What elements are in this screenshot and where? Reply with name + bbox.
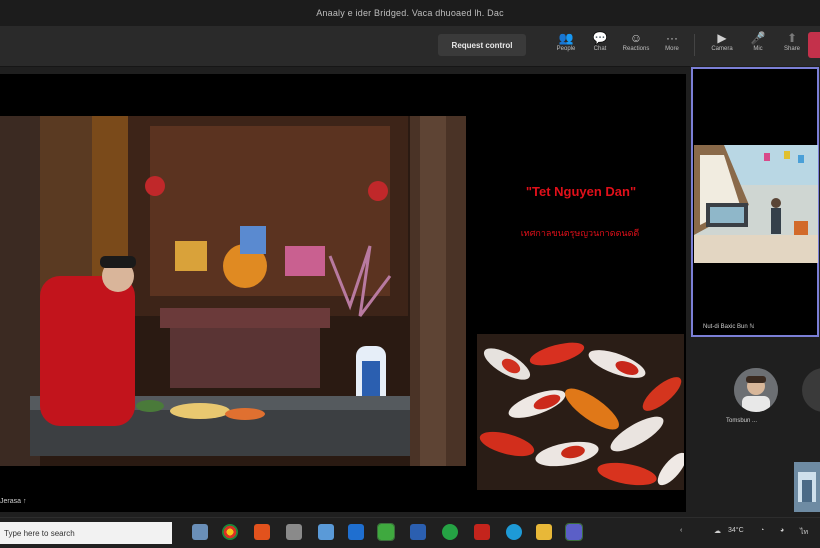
avatar-partial[interactable] (802, 368, 820, 412)
reactions-label: Reactions (622, 46, 650, 52)
mic-button[interactable]: 🎤 Mic (740, 30, 776, 62)
tray-chevron-icon[interactable]: ‹ (680, 527, 682, 534)
presenter-label: Jerasa ↑ (0, 498, 27, 505)
chat-icon: 💬 (592, 31, 608, 45)
office-icon[interactable] (254, 524, 270, 540)
taskbar-search-box[interactable]: Type here to search (0, 522, 172, 544)
pinned-app-icon[interactable] (318, 524, 334, 540)
camera-button[interactable]: ▶ Camera (704, 30, 740, 62)
windows-icon[interactable] (348, 524, 364, 540)
participant-video-illustration (694, 145, 818, 263)
edge-icon[interactable] (506, 524, 522, 540)
weather-icon[interactable]: ☁ (714, 527, 721, 535)
participant-panel: Nut-di Baxic Bun ℕ Tomsbun ... (690, 66, 820, 512)
search-placeholder: Type here to search (4, 528, 75, 538)
share-icon: ⬆ (786, 31, 798, 45)
reactions-button[interactable]: ☺ Reactions (618, 30, 654, 62)
slide-photo-koi (477, 334, 684, 490)
word-icon[interactable] (410, 524, 426, 540)
tray-network-icon[interactable]: ◔ (760, 527, 764, 534)
window-title: Anaaly e ider Bridged. Vaca dhuoaed lh. … (316, 8, 504, 18)
more-button[interactable]: ··· More (654, 30, 690, 62)
tray-language-icon[interactable]: ไท (800, 527, 808, 538)
self-view-thumbnail[interactable] (794, 462, 820, 512)
more-label: More (665, 46, 679, 52)
camera-icon: ▶ (717, 31, 727, 45)
request-control-button[interactable]: Request control (438, 34, 526, 56)
hang-up-button[interactable] (808, 32, 820, 58)
camera-label: Camera (711, 46, 733, 52)
slide-subtitle: เทศกาลขนตรุษญวนกาดดนดดี (520, 228, 640, 238)
koi-photo-illustration (477, 334, 684, 490)
teams-icon[interactable] (565, 523, 583, 541)
more-icon: ··· (666, 31, 678, 45)
app-red-icon[interactable] (474, 524, 490, 540)
people-icon: 👥 (558, 31, 574, 45)
toolbar-separator (694, 34, 695, 56)
participant-video (694, 145, 818, 263)
participant-video-tile[interactable]: Nut-di Baxic Bun ℕ (691, 67, 819, 337)
avatar-name: Tomsbun ... (726, 418, 758, 424)
tray-volume-icon[interactable]: ◕ (780, 527, 784, 534)
slide-title: "Tet Nguyen Dan" (525, 184, 637, 199)
avatar[interactable] (734, 368, 778, 412)
os-taskbar: Type here to search ‹ ☁ 34°C ◔ ◕ ไท (0, 517, 820, 548)
mic-label: Mic (753, 46, 763, 52)
temperature-label: 34°C (728, 527, 744, 534)
shared-screen: "Tet Nguyen Dan" เทศกาลขนตรุษญวนกาดดนดดี (0, 74, 686, 512)
people-label: People (556, 46, 576, 52)
participant-name: Nut-di Baxic Bun ℕ (703, 324, 755, 330)
file-explorer-icon[interactable] (192, 524, 208, 540)
window-title-bar: Anaaly e ider Bridged. Vaca dhuoaed lh. … (0, 0, 820, 26)
line-icon[interactable] (377, 523, 395, 541)
slide-photo-altar (0, 116, 466, 466)
meeting-toolbar: Request control 👥 People 💬 Chat ☺ Reacti… (0, 26, 820, 67)
folder-icon[interactable] (536, 524, 552, 540)
share-button[interactable]: ⬆ Share (774, 30, 810, 62)
self-view-illustration (794, 462, 820, 512)
reactions-icon: ☺ (629, 31, 643, 45)
people-button[interactable]: 👥 People (548, 30, 584, 62)
mic-icon: 🎤 (750, 31, 766, 45)
altar-photo-illustration (0, 116, 466, 466)
store-icon[interactable] (286, 524, 302, 540)
share-label: Share (783, 46, 800, 52)
chrome-icon[interactable] (222, 524, 238, 540)
chat-button[interactable]: 💬 Chat (582, 30, 618, 62)
whatsapp-icon[interactable] (442, 524, 458, 540)
chat-label: Chat (593, 46, 607, 52)
avatar-image (734, 368, 778, 412)
